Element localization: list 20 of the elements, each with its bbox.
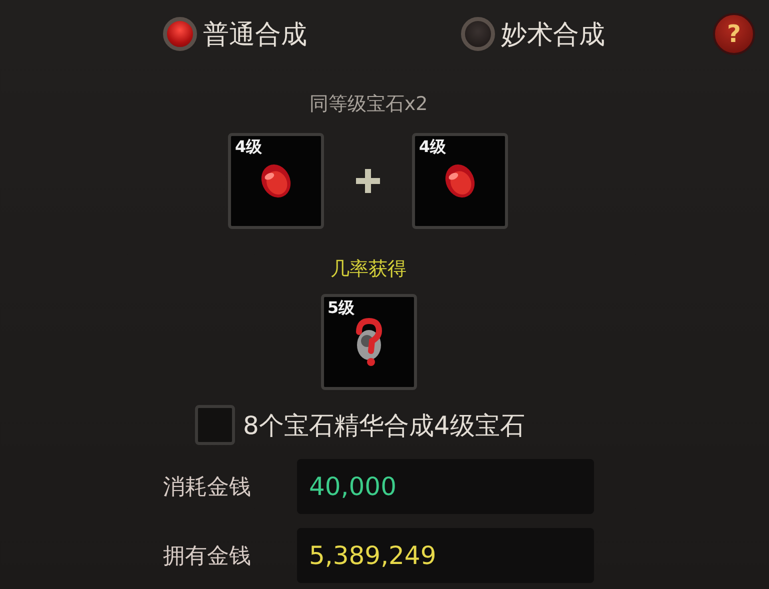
- money-label: 消耗金钱: [163, 474, 252, 502]
- result-caption: 几率获得: [330, 257, 408, 282]
- money-label: 拥有金钱: [163, 542, 252, 570]
- money-field: 40,000: [297, 459, 594, 514]
- item-slot[interactable]: 5级: [320, 294, 416, 390]
- checkbox-label: 8个宝石精华合成4级宝石: [243, 410, 525, 442]
- item-slot[interactable]: 4级: [412, 133, 508, 229]
- plus-icon: [354, 167, 382, 195]
- level-label: 5级: [328, 298, 355, 319]
- level-label: 4级: [419, 137, 446, 158]
- requirement-text: 同等级宝石x2: [308, 92, 429, 117]
- level-label: 4级: [235, 137, 262, 158]
- mode-label[interactable]: 妙术合成: [501, 16, 605, 52]
- radio-button[interactable]: [163, 17, 197, 51]
- item-slot[interactable]: 4级: [228, 133, 324, 229]
- money-field: 5,389,249: [297, 528, 594, 583]
- help-button[interactable]: ?: [713, 13, 755, 55]
- checkbox[interactable]: [195, 405, 235, 445]
- radio-button[interactable]: [461, 17, 495, 51]
- mode-label[interactable]: 普通合成: [203, 16, 307, 52]
